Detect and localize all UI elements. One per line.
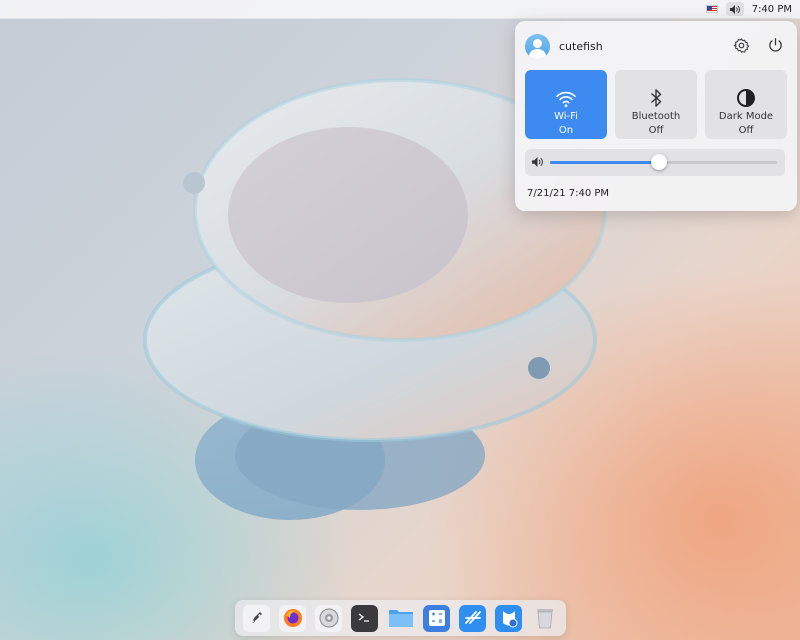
launcher-icon[interactable] xyxy=(243,604,270,632)
speaker-icon xyxy=(729,4,740,14)
dark-mode-state: Off xyxy=(738,125,754,136)
settings-button[interactable] xyxy=(731,35,751,55)
us-flag-icon[interactable] xyxy=(705,5,718,13)
volume-slider-fill xyxy=(550,161,659,164)
volume-slider[interactable] xyxy=(550,154,777,170)
bluetooth-icon xyxy=(650,89,662,107)
terminal-icon[interactable] xyxy=(351,604,378,632)
username: cutefish xyxy=(559,40,603,53)
volume-slider-handle[interactable] xyxy=(650,154,667,170)
calculator-icon[interactable] xyxy=(423,604,450,632)
clock[interactable]: 7:40 PM xyxy=(752,4,792,15)
volume-control xyxy=(525,149,785,176)
wifi-icon xyxy=(556,91,576,108)
dock xyxy=(235,600,566,636)
firefox-icon[interactable] xyxy=(279,604,306,632)
settings-icon[interactable] xyxy=(315,604,342,632)
dark-mode-label: Dark Mode xyxy=(718,111,774,122)
files-icon[interactable] xyxy=(387,605,414,632)
dark-mode-toggle[interactable]: Dark Mode Off xyxy=(705,70,787,139)
gear-icon xyxy=(733,37,749,53)
trash-icon[interactable] xyxy=(531,605,558,632)
dark-mode-icon xyxy=(737,89,755,107)
wifi-toggle[interactable]: Wi-Fi On xyxy=(525,70,607,139)
top-bar: 7:40 PM xyxy=(0,0,800,19)
speaker-icon xyxy=(532,157,543,167)
cutefish-icon[interactable] xyxy=(495,604,522,632)
power-button[interactable] xyxy=(765,35,785,55)
bluetooth-toggle[interactable]: Bluetooth Off xyxy=(615,70,697,139)
wifi-label: Wi-Fi xyxy=(554,111,578,122)
volume-indicator[interactable] xyxy=(725,2,744,16)
control-center-panel: cutefish Wi-Fi On Bluetooth Off Dark Mod… xyxy=(515,21,797,211)
avatar[interactable] xyxy=(525,34,550,59)
wifi-state: On xyxy=(558,125,574,136)
panel-datetime: 7/21/21 7:40 PM xyxy=(527,188,610,199)
bluetooth-label: Bluetooth xyxy=(631,111,681,122)
app-store-icon[interactable] xyxy=(459,604,486,632)
power-icon xyxy=(768,37,782,52)
bluetooth-state: Off xyxy=(648,125,664,136)
